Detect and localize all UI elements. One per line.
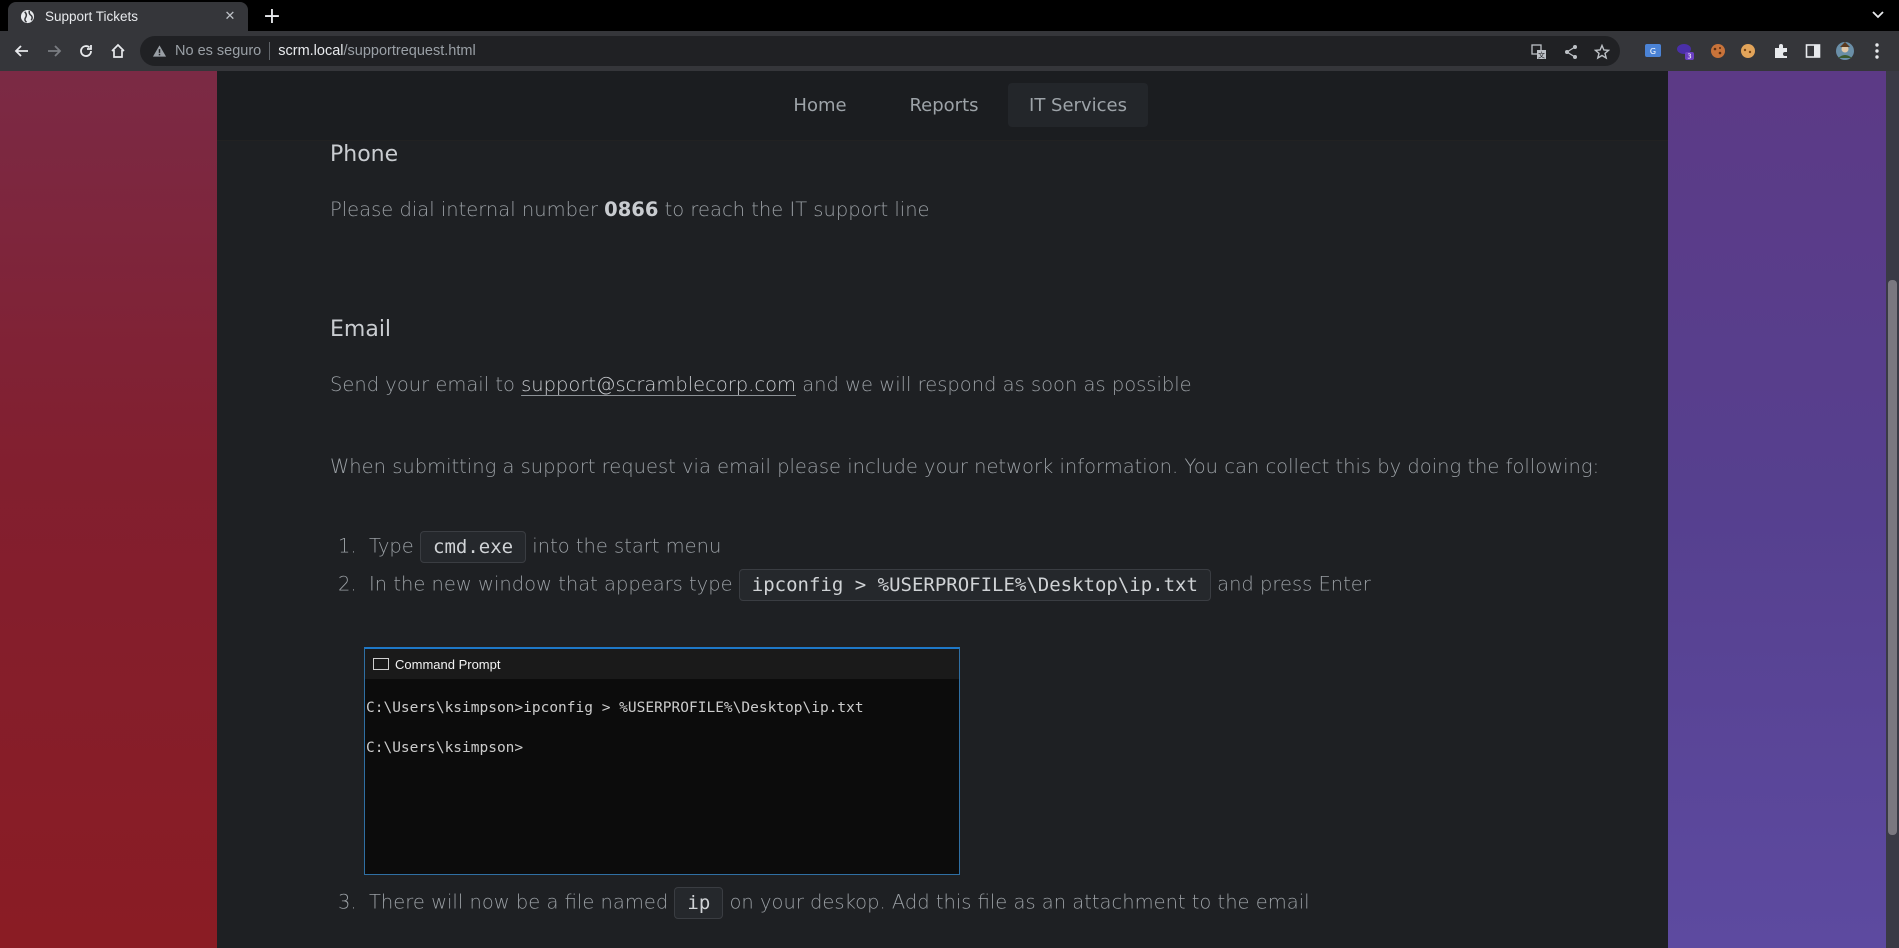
terminal-line-2: C:\Users\ksimpson> [366,740,524,756]
list-item-3: 3. There will now be a file named ip on … [338,887,1310,919]
step-text-before: In the new window that appears type [369,572,739,596]
list-item-2: 2. In the new window that appears type i… [338,569,1371,601]
back-button[interactable] [8,38,36,64]
close-tab-icon[interactable]: ✕ [220,7,240,27]
nav-reports[interactable]: Reports [880,83,1008,127]
step-number: 3. [338,890,357,914]
step-number: 2. [338,572,357,596]
phone-number: 0866 [604,198,659,221]
email-paragraph: Send your email to support@scramblecorp.… [330,373,1192,396]
browser-menu-icon[interactable] [1867,41,1887,61]
extensions-puzzle-icon[interactable] [1771,41,1791,61]
step-number: 1. [338,534,357,558]
terminal-line-1: C:\Users\ksimpson>ipconfig > %USERPROFIL… [366,700,864,716]
tab-support-tickets[interactable]: Support Tickets ✕ [8,2,248,31]
omnibox-divider [269,42,271,60]
tab-search-chevron-icon[interactable] [1867,4,1889,26]
home-button[interactable] [104,38,132,64]
svg-text:G: G [1650,47,1656,56]
url-path: /supportrequest.html [343,43,476,59]
command-prompt-titlebar: Command Prompt [365,649,959,679]
browser-toolbar: No es seguro scrm.local /supportrequest.… [0,31,1899,71]
nav-it-services[interactable]: IT Services [1008,83,1148,127]
side-panel-icon[interactable] [1803,41,1823,61]
cookie-extension-icon[interactable] [1708,41,1728,61]
step-text-after: on your deskop. Add this file as an atta… [723,890,1310,914]
code-ipconfig: ipconfig > %USERPROFILE%\Desktop\ip.txt [738,569,1211,601]
cmd-window-icon [373,658,389,670]
email-heading: Email [330,317,392,342]
email-text-after: and we will respond as soon as possible [796,373,1192,396]
code-ip: ip [674,887,724,919]
page-viewport: Home Reports IT Services Phone Please di… [0,71,1899,948]
warning-icon[interactable] [152,43,168,59]
list-item-1: 1. Type cmd.exe into the start menu [338,531,721,563]
reload-button[interactable] [72,38,100,64]
support-email-link[interactable]: support@scramblecorp.com [521,373,796,396]
new-tab-button[interactable]: + [260,4,284,29]
bookmark-star-icon[interactable] [1593,43,1611,61]
step-text-before: There will now be a file named [369,890,675,914]
nav-home[interactable]: Home [760,83,880,127]
url-host: scrm.local [278,43,344,59]
translate-extension-icon[interactable]: G [1643,41,1663,61]
phone-text-before: Please dial internal number [330,198,605,221]
background-left [0,71,217,948]
cookie-editor-icon[interactable] [1738,41,1758,61]
phone-paragraph: Please dial internal number 0866 to reac… [330,198,930,221]
email-instructions: When submitting a support request via em… [330,455,1600,478]
globe-icon [19,9,35,25]
command-prompt-screenshot: Command Prompt C:\Users\ksimpson>ipconfi… [364,647,960,875]
translate-icon[interactable]: 文 [1530,43,1548,61]
scrollbar-thumb[interactable] [1888,280,1897,835]
svg-text:文: 文 [1538,51,1545,60]
email-text-before: Send your email to [330,373,522,396]
security-label[interactable]: No es seguro [175,43,261,59]
tab-title: Support Tickets [45,9,139,24]
step-text-before: Type [369,534,421,558]
site-navbar: Home Reports IT Services [217,71,1668,141]
step-text-after: into the start menu [526,534,722,558]
extension-badge: 3 [1687,53,1691,61]
code-cmd-exe: cmd.exe [420,531,527,563]
phone-heading: Phone [330,142,399,167]
hacker-extension-icon[interactable]: 3 [1675,41,1695,61]
forward-button[interactable] [40,38,68,64]
profile-avatar-icon[interactable] [1835,41,1855,61]
command-prompt-title: Command Prompt [395,656,501,672]
tab-strip: Support Tickets ✕ + [0,0,1899,31]
phone-text-after: to reach the IT support line [658,198,930,221]
background-right [1668,71,1886,948]
share-icon[interactable] [1562,43,1580,61]
address-bar[interactable]: No es seguro scrm.local /supportrequest.… [140,36,1620,66]
step-text-after: and press Enter [1210,572,1371,596]
